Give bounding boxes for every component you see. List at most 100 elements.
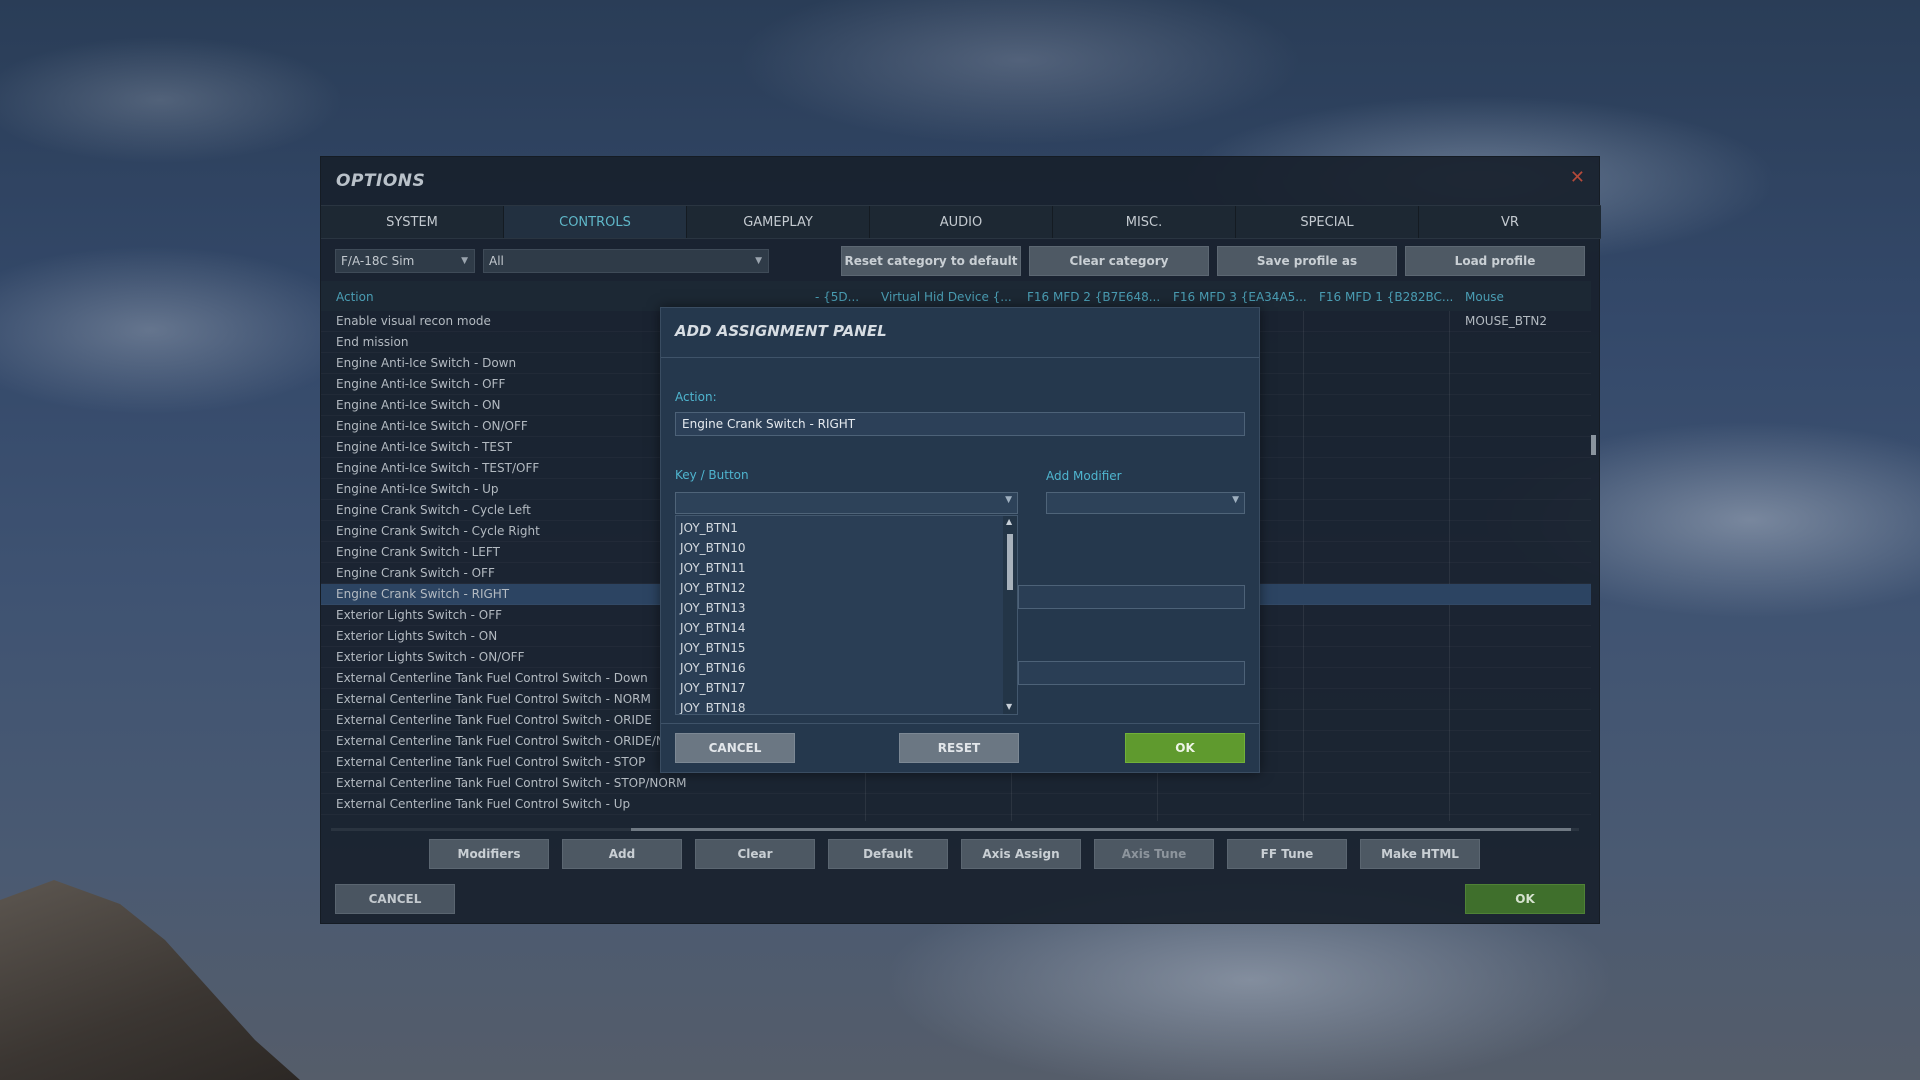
- list-item[interactable]: JOY_BTN17: [680, 678, 745, 698]
- scroll-thumb[interactable]: [631, 828, 1571, 831]
- action-name: External Centerline Tank Fuel Control Sw…: [336, 734, 694, 748]
- tab-controls[interactable]: CONTROLS: [504, 206, 687, 238]
- action-name: Engine Anti-Ice Switch - ON/OFF: [336, 419, 528, 433]
- key-button-select[interactable]: ▼: [675, 492, 1018, 514]
- list-item[interactable]: JOY_BTN12: [680, 578, 745, 598]
- table-row[interactable]: External Centerline Tank Fuel Control Sw…: [321, 794, 1591, 815]
- tab-special[interactable]: SPECIAL: [1236, 206, 1419, 238]
- modifiers-button[interactable]: Modifiers: [429, 839, 549, 869]
- header-device-4[interactable]: F16 MFD 3 {EA34A5...: [1173, 290, 1309, 304]
- action-name: Engine Anti-Ice Switch - Down: [336, 356, 517, 370]
- default-button[interactable]: Default: [828, 839, 948, 869]
- action-name: Engine Anti-Ice Switch - TEST/OFF: [336, 461, 540, 475]
- ff-tune-button[interactable]: FF Tune: [1227, 839, 1347, 869]
- list-item[interactable]: JOY_BTN13: [680, 598, 745, 618]
- key-options-list[interactable]: JOY_BTN1 JOY_BTN10 JOY_BTN11 JOY_BTN12 J…: [675, 515, 1018, 715]
- action-name: End mission: [336, 335, 409, 349]
- action-name: External Centerline Tank Fuel Control Sw…: [336, 797, 631, 811]
- action-name: External Centerline Tank Fuel Control Sw…: [336, 776, 687, 790]
- mouse-binding[interactable]: MOUSE_BTN2: [1465, 311, 1547, 332]
- header-action[interactable]: Action: [336, 290, 374, 304]
- ok-button[interactable]: OK: [1465, 884, 1585, 914]
- tab-vr[interactable]: VR: [1419, 206, 1601, 238]
- action-name: Engine Anti-Ice Switch - ON: [336, 398, 501, 412]
- dialog-cancel-button[interactable]: CANCEL: [675, 733, 795, 763]
- load-profile-button[interactable]: Load profile: [1405, 246, 1585, 276]
- header-device-3[interactable]: F16 MFD 2 {B7E648...: [1027, 290, 1163, 304]
- category-select-value: All: [489, 254, 504, 268]
- make-html-button[interactable]: Make HTML: [1360, 839, 1480, 869]
- scroll-thumb[interactable]: [1007, 534, 1013, 590]
- axis-tune-button[interactable]: Axis Tune: [1094, 839, 1214, 869]
- category-select[interactable]: All ▼: [483, 249, 769, 273]
- cancel-button[interactable]: CANCEL: [335, 884, 455, 914]
- axis-assign-button[interactable]: Axis Assign: [961, 839, 1081, 869]
- mountain-backdrop: [0, 880, 300, 1080]
- tab-misc[interactable]: MISC.: [1053, 206, 1236, 238]
- grid-vertical-scrollbar[interactable]: [1590, 281, 1598, 821]
- add-modifier-label: Add Modifier: [1046, 469, 1122, 483]
- tab-audio[interactable]: AUDIO: [870, 206, 1053, 238]
- table-row[interactable]: External Centerline Tank Fuel Control Sw…: [321, 773, 1591, 794]
- action-name: External Centerline Tank Fuel Control Sw…: [336, 713, 652, 727]
- dialog-reset-button[interactable]: RESET: [899, 733, 1019, 763]
- action-label: Action:: [675, 390, 717, 404]
- scroll-down-icon[interactable]: ▼: [1006, 702, 1012, 711]
- action-name: External Centerline Tank Fuel Control Sw…: [336, 671, 648, 685]
- clear-button[interactable]: Clear: [695, 839, 815, 869]
- header-device-2[interactable]: Virtual Hid Device {...: [881, 290, 1017, 304]
- scroll-up-icon[interactable]: ▲: [1006, 517, 1012, 526]
- list-item[interactable]: JOY_BTN11: [680, 558, 745, 578]
- list-item[interactable]: JOY_BTN16: [680, 658, 745, 678]
- action-name: Engine Anti-Ice Switch - TEST: [336, 440, 512, 454]
- divider: [661, 723, 1259, 724]
- action-name: Enable visual recon mode: [336, 314, 491, 328]
- divider: [661, 357, 1259, 358]
- tab-gameplay[interactable]: GAMEPLAY: [687, 206, 870, 238]
- close-icon[interactable]: ✕: [1570, 167, 1585, 188]
- modifier-select[interactable]: ▼: [1046, 492, 1245, 514]
- dialog-title: ADD ASSIGNMENT PANEL: [675, 322, 887, 340]
- tab-system[interactable]: SYSTEM: [321, 206, 504, 238]
- list-item[interactable]: JOY_BTN1: [680, 518, 738, 538]
- header-device-5[interactable]: F16 MFD 1 {B282BC...: [1319, 290, 1455, 304]
- add-button[interactable]: Add: [562, 839, 682, 869]
- key-button-label: Key / Button: [675, 468, 749, 482]
- dialog-ok-button[interactable]: OK: [1125, 733, 1245, 763]
- list-item[interactable]: JOY_BTN10: [680, 538, 745, 558]
- clear-category-button[interactable]: Clear category: [1029, 246, 1209, 276]
- action-name: Engine Anti-Ice Switch - OFF: [336, 377, 506, 391]
- action-name: Exterior Lights Switch - OFF: [336, 608, 503, 622]
- header-device-1[interactable]: - {5D...: [815, 290, 861, 304]
- chevron-down-icon: ▼: [1232, 495, 1239, 505]
- reset-category-button[interactable]: Reset category to default: [841, 246, 1021, 276]
- action-name: Engine Crank Switch - OFF: [336, 566, 495, 580]
- aircraft-select[interactable]: F/A-18C Sim ▼: [335, 249, 475, 273]
- add-assignment-dialog: ADD ASSIGNMENT PANEL Action: Engine Cran…: [660, 307, 1260, 773]
- tab-bar: SYSTEM CONTROLS GAMEPLAY AUDIO MISC. SPE…: [321, 205, 1601, 239]
- list-scrollbar[interactable]: ▲ ▼: [1003, 516, 1017, 714]
- action-name: Engine Anti-Ice Switch - Up: [336, 482, 499, 496]
- action-name: Engine Crank Switch - LEFT: [336, 545, 500, 559]
- aircraft-select-value: F/A-18C Sim: [341, 254, 415, 268]
- header-mouse[interactable]: Mouse: [1465, 290, 1504, 304]
- window-title: OPTIONS: [336, 171, 426, 191]
- save-profile-button[interactable]: Save profile as: [1217, 246, 1397, 276]
- grid-horizontal-scrollbar[interactable]: [321, 825, 1591, 835]
- action-name: Engine Crank Switch - Cycle Left: [336, 503, 531, 517]
- action-name: Engine Crank Switch - Cycle Right: [336, 524, 540, 538]
- action-name: Engine Crank Switch - RIGHT: [336, 587, 510, 601]
- action-name: Exterior Lights Switch - ON/OFF: [336, 650, 525, 664]
- chevron-down-icon: ▼: [461, 256, 468, 266]
- action-name: External Centerline Tank Fuel Control Sw…: [336, 755, 646, 769]
- action-field[interactable]: Engine Crank Switch - RIGHT: [675, 412, 1245, 436]
- list-item[interactable]: JOY_BTN15: [680, 638, 745, 658]
- hidden-field: [1018, 661, 1245, 685]
- list-item[interactable]: JOY_BTN14: [680, 618, 745, 638]
- list-item[interactable]: JOY_BTN18: [680, 698, 745, 714]
- action-name: External Centerline Tank Fuel Control Sw…: [336, 692, 651, 706]
- scroll-thumb[interactable]: [1591, 435, 1596, 455]
- chevron-down-icon: ▼: [1005, 495, 1012, 505]
- chevron-down-icon: ▼: [755, 256, 762, 266]
- action-name: Exterior Lights Switch - ON: [336, 629, 498, 643]
